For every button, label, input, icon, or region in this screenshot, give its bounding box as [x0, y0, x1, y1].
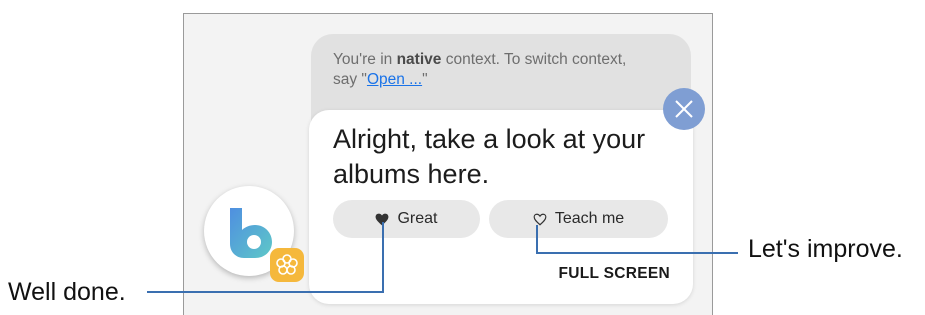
callout-well-done: Well done. — [8, 278, 126, 306]
callout-lines — [147, 222, 738, 293]
callout-line-right — [536, 225, 738, 254]
callout-lets-improve: Let's improve. — [748, 235, 903, 263]
callout-line-left — [147, 222, 384, 293]
